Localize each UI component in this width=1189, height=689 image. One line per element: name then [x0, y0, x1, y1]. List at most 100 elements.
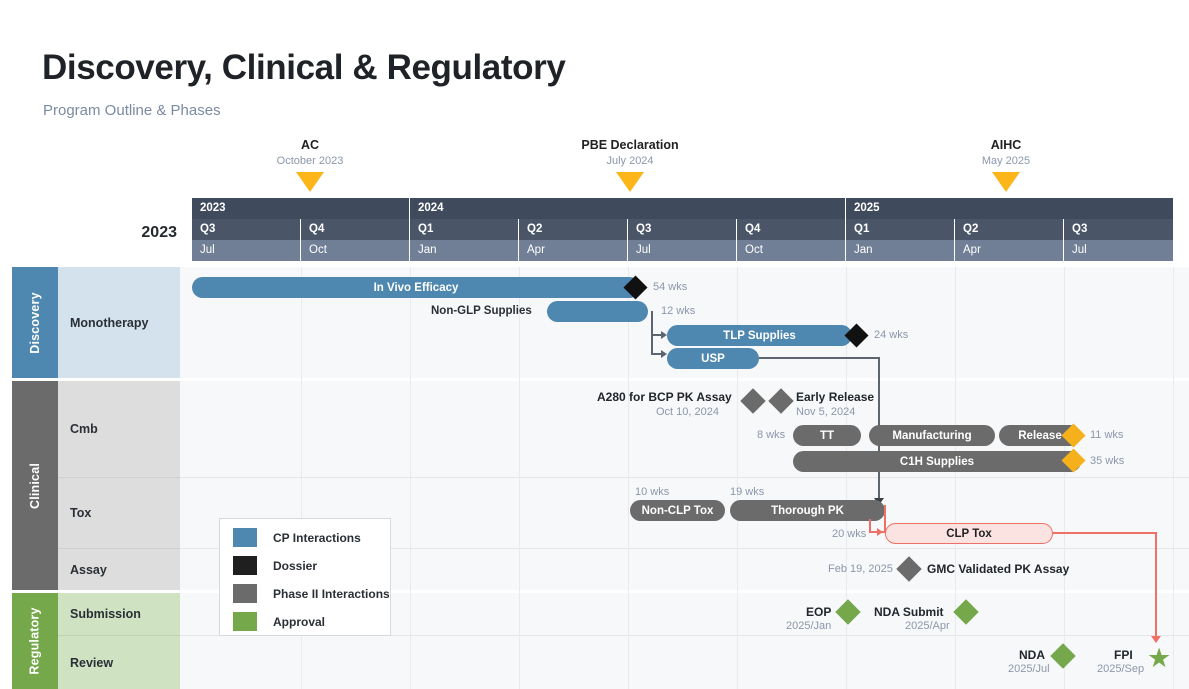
- duration-thorough-pk: 19 wks: [730, 486, 765, 498]
- row-label-monotherapy[interactable]: Monotherapy: [58, 267, 180, 378]
- timeline-month-row: Jul Oct Jan Apr Jul Oct Jan Apr Jul: [192, 240, 1173, 261]
- row-label-cmb[interactable]: Cmb: [58, 381, 180, 477]
- legend-label: Phase II Interactions: [273, 586, 390, 601]
- legend-swatch-icon: [233, 612, 257, 631]
- month-cell-0[interactable]: Jul: [192, 240, 301, 261]
- year-cell-2023: 2023: [192, 198, 410, 219]
- duration-clp-tox: 20 wks: [832, 528, 867, 540]
- quarter-cell-1[interactable]: Q4: [301, 219, 410, 240]
- milestone-name-eop: EOP: [806, 605, 832, 619]
- connector-arrow-icon: [1151, 636, 1161, 643]
- legend-item-phase-ii-interactions[interactable]: Phase II Interactions: [233, 584, 390, 603]
- quarter-cell-0[interactable]: Q3: [192, 219, 301, 240]
- bar-tt[interactable]: TT: [793, 425, 861, 446]
- axis-left-label: 2023: [141, 224, 177, 241]
- duration-tlp-supplies: 24 wks: [874, 329, 909, 341]
- bar-thorough-pk[interactable]: Thorough PK: [730, 500, 885, 521]
- quarter-cell-6[interactable]: Q1: [846, 219, 955, 240]
- milestone-name-nda-submit: NDA Submit: [874, 605, 944, 619]
- connector-line-critical: [1053, 532, 1157, 534]
- quarter-cell-8[interactable]: Q3: [1064, 219, 1173, 240]
- bar-label: Non-CLP Tox: [641, 504, 714, 517]
- month-cell-2[interactable]: Jan: [410, 240, 519, 261]
- bar-usp[interactable]: USP: [667, 348, 759, 369]
- star-marker-icon: ★: [1147, 643, 1172, 673]
- milestone-name-gmc-assay: GMC Validated PK Assay: [927, 562, 1070, 576]
- legend-swatch-icon: [233, 556, 257, 575]
- group-tab-clinical: Clinical: [12, 381, 58, 590]
- row-label-text: Tox: [70, 506, 92, 520]
- bar-non-glp-supplies[interactable]: [547, 301, 648, 322]
- duration-non-clp-tox: 10 wks: [635, 486, 670, 498]
- duration-in-vivo-efficacy: 54 wks: [653, 281, 688, 293]
- month-cell-6[interactable]: Jan: [846, 240, 955, 261]
- milestone-date-a280: Oct 10, 2024: [656, 406, 719, 418]
- gantt-chart-page: Discovery, Clinical & Regulatory Program…: [0, 0, 1189, 689]
- milestone-name-nda: NDA: [1019, 648, 1045, 662]
- milestone-name-fpi: FPI: [1114, 648, 1133, 662]
- connector-line-critical: [1155, 532, 1157, 638]
- row-label-text: Monotherapy: [70, 315, 149, 330]
- triangle-marker-icon: [992, 172, 1020, 192]
- row-label-assay[interactable]: Assay: [58, 548, 180, 590]
- quarter-cell-4[interactable]: Q3: [628, 219, 737, 240]
- legend-item-dossier[interactable]: Dossier: [233, 556, 317, 575]
- row-label-text: Assay: [70, 562, 107, 577]
- page-subtitle: Program Outline & Phases: [43, 102, 221, 119]
- milestone-date: October 2023: [276, 155, 344, 167]
- legend-swatch-icon: [233, 584, 257, 603]
- triangle-marker-icon: [616, 172, 644, 192]
- legend-label: CP Interactions: [273, 530, 361, 545]
- month-cell-5[interactable]: Oct: [737, 240, 846, 261]
- milestone-date-gmc-assay: Feb 19, 2025: [828, 563, 893, 575]
- top-milestone-aihc: AIHC May 2025: [931, 138, 1081, 192]
- bar-label: TT: [819, 429, 835, 442]
- month-cell-4[interactable]: Jul: [628, 240, 737, 261]
- month-cell-3[interactable]: Apr: [519, 240, 628, 261]
- quarter-cell-7[interactable]: Q2: [955, 219, 1064, 240]
- connector-arrow-icon: [877, 528, 883, 536]
- bar-in-vivo-efficacy[interactable]: In Vivo Efficacy: [192, 277, 640, 298]
- quarter-cell-3[interactable]: Q2: [519, 219, 628, 240]
- group-label: Regulatory: [28, 607, 43, 675]
- milestone-name: AIHC: [990, 138, 1022, 152]
- month-cell-7[interactable]: Apr: [955, 240, 1064, 261]
- gridline: [628, 267, 629, 689]
- gridline: [1173, 267, 1174, 689]
- quarter-cell-5[interactable]: Q4: [737, 219, 846, 240]
- bar-c1h-supplies[interactable]: C1H Supplies: [793, 451, 1081, 472]
- legend: CP Interactions Dossier Phase II Interac…: [219, 518, 391, 636]
- timeline-header: 2023 2024 2025 Q3 Q4 Q1 Q2 Q3 Q4 Q1 Q2 Q…: [192, 198, 1173, 261]
- month-cell-1[interactable]: Oct: [301, 240, 410, 261]
- connector-line-critical: [869, 519, 871, 533]
- axis-left-label-wrap: 2023: [60, 218, 185, 248]
- row-label-submission[interactable]: Submission: [58, 593, 180, 635]
- lane-divider: [180, 477, 1189, 478]
- legend-item-approval[interactable]: Approval: [233, 612, 325, 631]
- bar-label: CLP Tox: [946, 527, 992, 540]
- bar-clp-tox[interactable]: CLP Tox: [885, 523, 1053, 544]
- top-milestone-ac: AC October 2023: [235, 138, 385, 192]
- bar-tlp-supplies[interactable]: TLP Supplies: [667, 325, 852, 346]
- legend-label: Approval: [273, 614, 326, 629]
- top-milestone-pbe-declaration: PBE Declaration July 2024: [555, 138, 705, 192]
- quarter-cell-2[interactable]: Q1: [410, 219, 519, 240]
- month-cell-8[interactable]: Jul: [1064, 240, 1173, 261]
- legend-label: Dossier: [273, 558, 318, 573]
- milestone-date-eop: 2025/Jan: [786, 620, 832, 632]
- milestone-date: July 2024: [606, 155, 654, 167]
- bar-label: Release: [1018, 429, 1062, 442]
- bar-manufacturing[interactable]: Manufacturing: [869, 425, 995, 446]
- year-cell-2024: 2024: [410, 198, 846, 219]
- duration-non-glp-supplies: 12 wks: [661, 305, 696, 317]
- row-label-review[interactable]: Review: [58, 635, 180, 689]
- group-tab-discovery: Discovery: [12, 267, 58, 378]
- row-label-tox[interactable]: Tox: [58, 477, 180, 548]
- duration-release: 11 wks: [1090, 429, 1124, 441]
- group-label: Clinical: [28, 462, 42, 509]
- legend-item-cp-interactions[interactable]: CP Interactions: [233, 528, 361, 547]
- milestone-name: AC: [300, 138, 320, 152]
- bar-non-clp-tox[interactable]: Non-CLP Tox: [630, 500, 725, 521]
- milestone-date-early-release: Nov 5, 2024: [796, 406, 856, 418]
- milestone-date-nda-submit: 2025/Apr: [905, 620, 950, 632]
